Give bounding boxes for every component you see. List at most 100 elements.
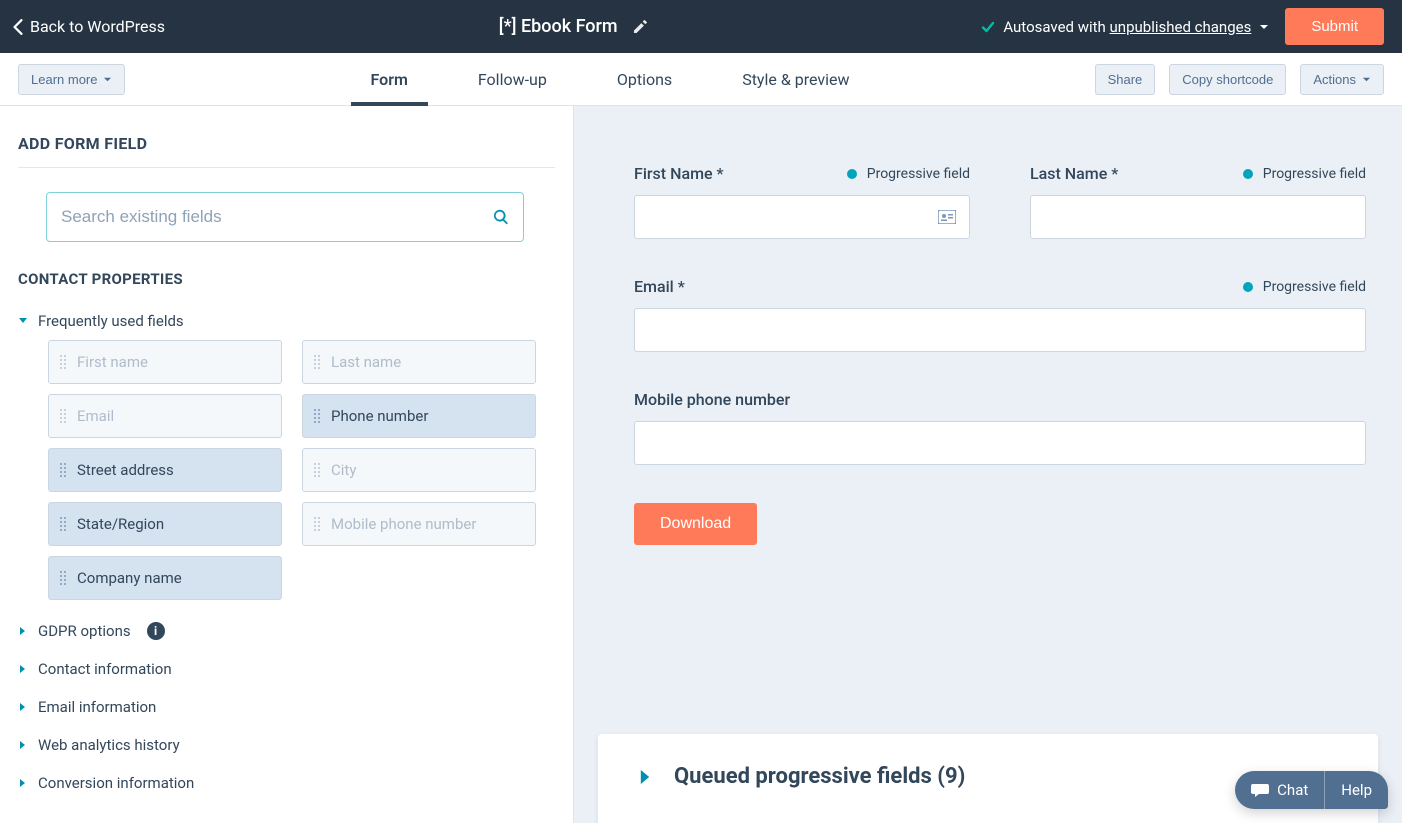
tree-label: Frequently used fields [38,312,184,330]
progressive-dot-icon [847,169,857,179]
autosave-link: unpublished changes [1110,18,1252,36]
form-field-first-name: First Name * Progressive field [634,164,970,239]
chat-label: Chat [1277,781,1308,799]
field-state-region[interactable]: State/Region [48,502,282,546]
field-street-address[interactable]: Street address [48,448,282,492]
contact-properties-heading: CONTACT PROPERTIES [18,270,555,288]
form-field-email: Email * Progressive field [634,277,1366,352]
tree-label: Web analytics history [38,736,180,754]
tab-style-preview[interactable]: Style & preview [742,53,849,105]
field-phone-number[interactable]: Phone number [302,394,536,438]
form-field-last-name: Last Name * Progressive field [1030,164,1366,239]
field-last-name[interactable]: Last name [302,340,536,384]
tree-conversion-information[interactable]: Conversion information [18,764,555,802]
drag-handle-icon [59,516,67,532]
drag-handle-icon [59,408,67,424]
progressive-dot-icon [1243,169,1253,179]
progressive-text: Progressive field [867,166,970,182]
chat-button[interactable]: Chat [1235,771,1324,809]
back-to-wordpress-link[interactable]: Back to WordPress [12,17,165,36]
tree-web-analytics[interactable]: Web analytics history [18,726,555,764]
drag-handle-icon [59,354,67,370]
chat-icon [1251,782,1269,798]
progressive-field-badge: Progressive field [1243,279,1366,295]
tree-email-information[interactable]: Email information [18,688,555,726]
autosave-prefix: Autosaved with [1003,18,1109,36]
autosave-status[interactable]: Autosaved with unpublished changes [981,18,1269,36]
chevron-left-icon [12,19,24,35]
add-form-field-heading: ADD FORM FIELD [18,134,555,168]
check-icon [981,20,995,34]
field-label: First name [77,353,148,371]
field-first-name[interactable]: First name [48,340,282,384]
field-label: Mobile phone number [634,390,790,409]
help-chat-bar: Chat Help [1235,771,1388,809]
learn-more-label: Learn more [31,72,97,87]
chevron-right-icon [18,626,28,636]
tree-label: Contact information [38,660,172,678]
chevron-right-icon [18,778,28,788]
submit-button[interactable]: Submit [1285,8,1384,45]
left-sidebar: ADD FORM FIELD CONTACT PROPERTIES Freque… [0,106,574,823]
drag-handle-icon [313,462,321,478]
share-button[interactable]: Share [1095,64,1156,95]
email-input[interactable] [634,308,1366,352]
caret-down-icon [1362,75,1371,84]
tab-follow-up[interactable]: Follow-up [478,53,547,105]
field-mobile-phone[interactable]: Mobile phone number [302,502,536,546]
progressive-dot-icon [1243,282,1253,292]
field-city[interactable]: City [302,448,536,492]
field-label: Email [77,407,114,425]
tab-options[interactable]: Options [617,53,672,105]
field-label: Street address [77,461,174,479]
copy-shortcode-button[interactable]: Copy shortcode [1169,64,1286,95]
progressive-text: Progressive field [1263,166,1366,182]
tab-form[interactable]: Form [371,53,408,105]
drag-handle-icon [313,354,321,370]
chevron-down-icon [18,316,28,326]
field-company-name[interactable]: Company name [48,556,282,600]
tree-gdpr-options[interactable]: GDPR options i [18,612,555,650]
progressive-field-badge: Progressive field [847,166,970,182]
form-preview-canvas: First Name * Progressive field Last Name… [574,106,1402,823]
queued-text: Queued progressive fields (9) [674,764,965,789]
edit-title-icon[interactable] [632,19,648,35]
chevron-right-icon [638,770,652,784]
tree-label: Conversion information [38,774,194,792]
form-field-mobile: Mobile phone number [634,390,1366,465]
field-label: First Name * [634,164,724,183]
field-label: Mobile phone number [331,515,476,533]
tree-contact-information[interactable]: Contact information [18,650,555,688]
last-name-input[interactable] [1030,195,1366,239]
progressive-field-badge: Progressive field [1243,166,1366,182]
learn-more-button[interactable]: Learn more [18,64,125,95]
editor-nav-bar: Learn more Form Follow-up Options Style … [0,53,1402,106]
contact-card-icon [938,210,956,224]
field-label: State/Region [77,515,164,533]
download-button[interactable]: Download [634,503,757,545]
first-name-input[interactable] [634,195,970,239]
progressive-text: Progressive field [1263,279,1366,295]
search-icon[interactable] [492,208,510,226]
chevron-right-icon [18,664,28,674]
drag-handle-icon [313,408,321,424]
mobile-phone-input[interactable] [634,421,1366,465]
drag-handle-icon [313,516,321,532]
field-label: Company name [77,569,182,587]
tree-frequently-used[interactable]: Frequently used fields [18,302,555,340]
tree-label: Email information [38,698,156,716]
autosave-text: Autosaved with unpublished changes [1003,18,1251,36]
field-email[interactable]: Email [48,394,282,438]
field-label: Phone number [331,407,428,425]
tree-label: GDPR options [38,622,131,640]
drag-handle-icon [59,462,67,478]
caret-down-icon [103,75,112,84]
search-input[interactable] [46,192,524,242]
actions-label: Actions [1313,72,1356,87]
drag-handle-icon [59,570,67,586]
field-grid: First name Last name Email Phone number … [48,340,555,600]
help-button[interactable]: Help [1324,771,1388,809]
field-label: Last name [331,353,401,371]
actions-button[interactable]: Actions [1300,64,1384,95]
info-icon: i [147,622,165,640]
